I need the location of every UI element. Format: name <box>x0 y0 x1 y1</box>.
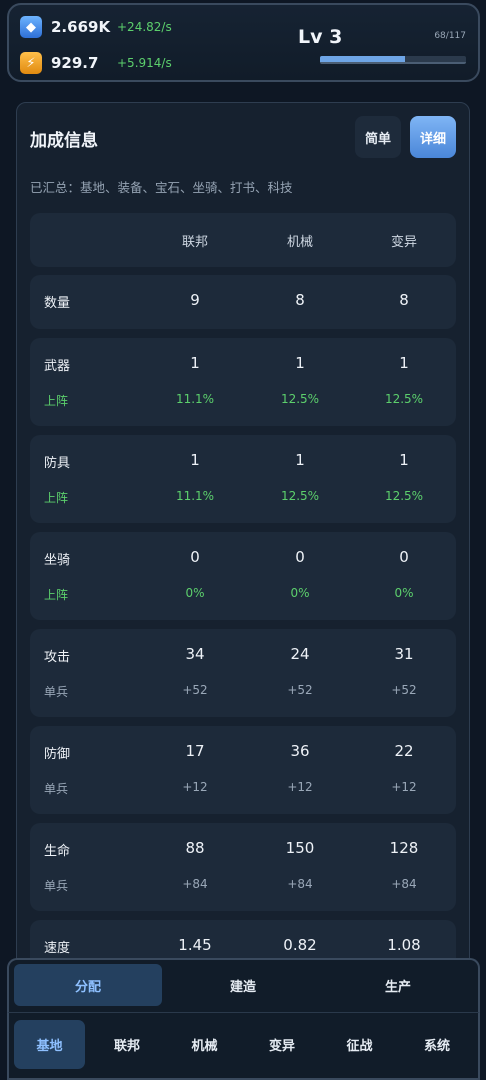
main-tab-1[interactable]: 联邦 <box>92 1020 163 1069</box>
stat-sub-value: 12.5% <box>280 489 320 503</box>
stat-value: 24 <box>290 645 310 663</box>
sub-tab-0[interactable]: 分配 <box>14 964 162 1006</box>
stat-label: 武器 <box>44 359 71 374</box>
stat-value: 36 <box>290 742 310 760</box>
stat-value: 1.45 <box>178 936 212 954</box>
stat-label: 数量 <box>44 296 71 311</box>
stat-label: 攻击 <box>44 650 71 665</box>
stat-sub-value: +12 <box>182 780 208 794</box>
sub-tab-2[interactable]: 生产 <box>324 964 472 1006</box>
stat-sub-value: 0% <box>185 586 205 600</box>
column-header-0: 联邦 <box>181 235 209 250</box>
energy-resource: ⚡ 929.7 +5.914/s <box>20 51 172 75</box>
stat-sub-label: 单兵 <box>44 879 69 893</box>
stat-row: 武器 1 1 1 上阵 11.1% 12.5% 12.5% <box>30 338 456 426</box>
gem-amount: 2.669K <box>51 18 111 36</box>
stat-value: 88 <box>185 839 205 857</box>
stat-sub-value: +52 <box>391 683 417 697</box>
stat-value: 34 <box>185 645 205 663</box>
lightning-icon: ⚡ <box>20 52 42 74</box>
stat-label: 坐骑 <box>44 553 71 568</box>
stat-row: 攻击 34 24 31 单兵 +52 +52 +52 <box>30 629 456 717</box>
main-tab-3[interactable]: 变异 <box>247 1020 318 1069</box>
stat-sub-value: +12 <box>391 780 417 794</box>
stat-value: 150 <box>285 839 315 857</box>
stat-sub-label: 上阵 <box>44 394 69 408</box>
stat-sub-label: 单兵 <box>44 685 69 699</box>
stat-sub-value: 11.1% <box>175 392 215 406</box>
level-label: Lv 3 <box>298 26 343 48</box>
main-tab-5[interactable]: 系统 <box>402 1020 473 1069</box>
stat-row: 数量 9 8 8 <box>30 275 456 329</box>
stat-sub-value: 0% <box>394 586 414 600</box>
simple-mode-button[interactable]: 简单 <box>355 116 401 158</box>
stat-value: 1 <box>399 354 409 372</box>
stat-sub-label: 上阵 <box>44 491 69 505</box>
stat-label: 速度 <box>44 941 71 956</box>
stat-sub-value: 12.5% <box>384 392 424 406</box>
stat-value: 1 <box>190 451 200 469</box>
stat-sub-value: +84 <box>391 877 417 891</box>
stat-value: 1 <box>295 354 305 372</box>
main-tab-0[interactable]: 基地 <box>14 1020 85 1069</box>
detail-mode-button[interactable]: 详细 <box>410 116 456 158</box>
stat-row: 防御 17 36 22 单兵 +12 +12 +12 <box>30 726 456 814</box>
stat-value: 1 <box>190 354 200 372</box>
xp-progress-bar <box>320 56 466 64</box>
stat-row: 防具 1 1 1 上阵 11.1% 12.5% 12.5% <box>30 435 456 523</box>
stat-value: 0.82 <box>283 936 317 954</box>
xp-progress-fill <box>320 56 405 62</box>
stat-label: 防御 <box>44 747 71 762</box>
main-tab-4[interactable]: 征战 <box>324 1020 395 1069</box>
main-tab-bar: 基地 联邦 机械 变异 征战 系统 <box>7 1012 480 1080</box>
column-header-2: 变异 <box>390 235 418 250</box>
bonus-info-panel: 加成信息 简单 详细 已汇总：基地、装备、宝石、坐骑、打书、科技 联邦 机械 变异数… <box>16 102 470 1002</box>
stat-sub-value: +12 <box>287 780 313 794</box>
stat-sub-label: 单兵 <box>44 782 69 796</box>
stat-label: 防具 <box>44 456 71 471</box>
stat-value: 31 <box>394 645 414 663</box>
column-header-1: 机械 <box>286 235 314 250</box>
main-tab-2[interactable]: 机械 <box>169 1020 240 1069</box>
stat-sub-value: 12.5% <box>384 489 424 503</box>
stat-value: 0 <box>190 548 200 566</box>
panel-title: 加成信息 <box>30 131 98 151</box>
stat-value: 1.08 <box>387 936 421 954</box>
stat-sub-value: 0% <box>290 586 310 600</box>
stat-value: 22 <box>394 742 414 760</box>
sub-tab-1[interactable]: 建造 <box>169 964 317 1006</box>
energy-amount: 929.7 <box>51 54 99 72</box>
stat-value: 128 <box>389 839 419 857</box>
table-header: 联邦 机械 变异 <box>30 213 456 267</box>
gem-icon: ◆ <box>20 16 42 38</box>
gem-rate: +24.82/s <box>117 20 172 34</box>
stat-sub-label: 上阵 <box>44 588 69 602</box>
stat-sub-value: +84 <box>287 877 313 891</box>
stat-sub-value: +52 <box>287 683 313 697</box>
stat-value: 8 <box>295 291 305 309</box>
stat-label: 生命 <box>44 844 71 859</box>
summary-text: 已汇总：基地、装备、宝石、坐骑、打书、科技 <box>30 180 293 195</box>
stat-sub-value: +84 <box>182 877 208 891</box>
stat-value: 17 <box>185 742 205 760</box>
stat-value: 0 <box>295 548 305 566</box>
stat-sub-value: +52 <box>182 683 208 697</box>
stat-value: 1 <box>295 451 305 469</box>
stat-value: 1 <box>399 451 409 469</box>
xp-counter: 68/117 <box>434 31 466 41</box>
stat-sub-value: 11.1% <box>175 489 215 503</box>
stat-row: 生命 88 150 128 单兵 +84 +84 +84 <box>30 823 456 911</box>
stat-value: 0 <box>399 548 409 566</box>
stat-value: 8 <box>399 291 409 309</box>
stat-value: 9 <box>190 291 200 309</box>
stat-sub-value: 12.5% <box>280 392 320 406</box>
stat-row: 坐骑 0 0 0 上阵 0% 0% 0% <box>30 532 456 620</box>
resource-header: ◆ 2.669K +24.82/s ⚡ 929.7 +5.914/s Lv 3 … <box>7 3 480 82</box>
energy-rate: +5.914/s <box>117 56 172 70</box>
gem-resource: ◆ 2.669K +24.82/s <box>20 15 172 39</box>
sub-tab-bar: 分配 建造 生产 <box>7 958 480 1012</box>
